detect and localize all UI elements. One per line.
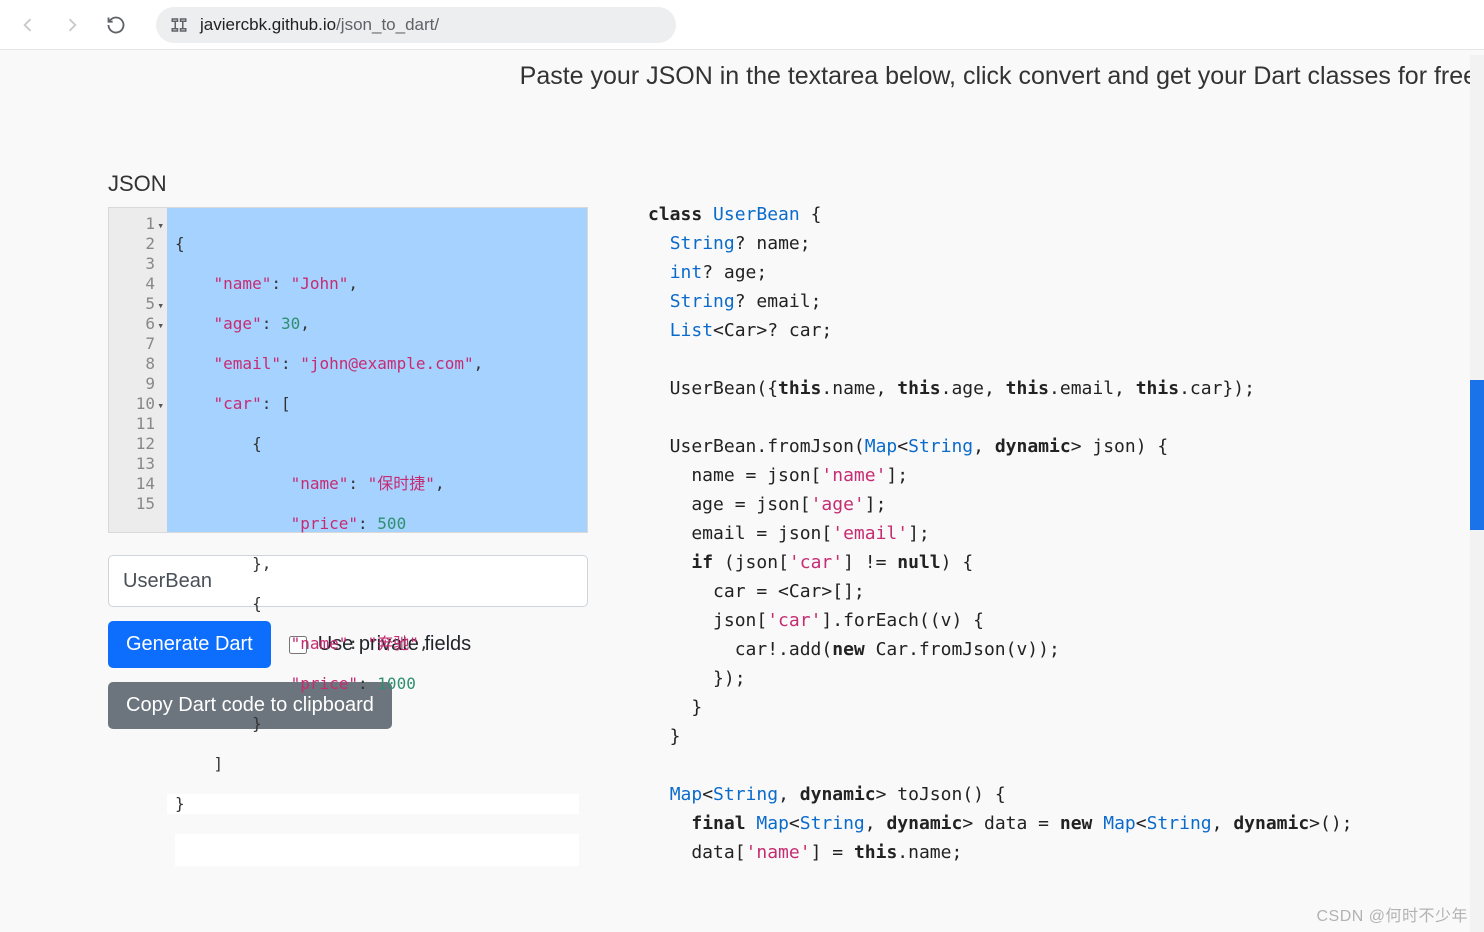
left-column: JSON 1 2 3 4 5 6 7 8 9 10 11 12 13 14 15… <box>108 171 588 729</box>
line-number: 9 <box>109 374 161 394</box>
reload-button[interactable] <box>98 7 134 43</box>
scrollbar-thumb[interactable] <box>1470 380 1484 530</box>
line-number: 4 <box>109 274 161 294</box>
editor-gutter: 1 2 3 4 5 6 7 8 9 10 11 12 13 14 15 <box>109 208 167 532</box>
line-number: 1 <box>109 214 161 234</box>
dart-output[interactable]: class UserBean { String? name; int? age;… <box>648 171 1484 896</box>
line-number: 14 <box>109 474 161 494</box>
line-number: 12 <box>109 434 161 454</box>
editor-text[interactable]: { "name": "John", "age": 30, "email": "j… <box>167 208 587 532</box>
url-text: javiercbk.github.io/json_to_dart/ <box>200 15 439 35</box>
line-number: 15 <box>109 494 161 514</box>
json-editor[interactable]: 1 2 3 4 5 6 7 8 9 10 11 12 13 14 15 { "n… <box>108 207 588 533</box>
main-content: JSON 1 2 3 4 5 6 7 8 9 10 11 12 13 14 15… <box>0 91 1484 896</box>
watermark: CSDN @何时不少年 <box>1316 902 1468 926</box>
line-number: 8 <box>109 354 161 374</box>
site-settings-icon[interactable] <box>168 14 190 36</box>
address-bar[interactable]: javiercbk.github.io/json_to_dart/ <box>156 7 676 43</box>
page-tagline: Paste your JSON in the textarea below, c… <box>380 50 1484 91</box>
json-section-label: JSON <box>108 171 588 197</box>
line-number: 7 <box>109 334 161 354</box>
line-number: 2 <box>109 234 161 254</box>
line-number: 10 <box>109 394 161 414</box>
back-button[interactable] <box>10 7 46 43</box>
forward-button[interactable] <box>54 7 90 43</box>
line-number: 5 <box>109 294 161 314</box>
line-number: 13 <box>109 454 161 474</box>
line-number: 11 <box>109 414 161 434</box>
line-number: 3 <box>109 254 161 274</box>
line-number: 6 <box>109 314 161 334</box>
browser-toolbar: javiercbk.github.io/json_to_dart/ <box>0 0 1484 50</box>
